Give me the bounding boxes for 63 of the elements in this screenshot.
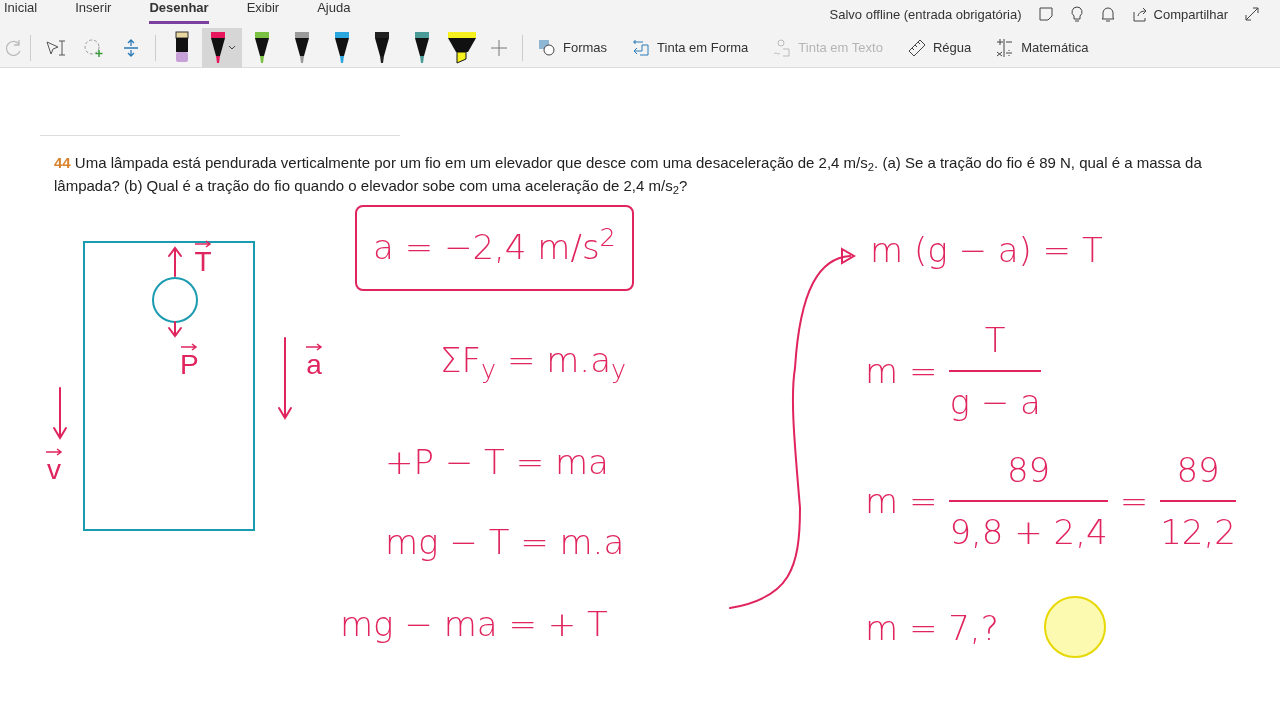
handwritten-equation: mg − ma = + T (340, 603, 608, 646)
numerator: 89 (1006, 449, 1051, 492)
highlighter-icon (447, 31, 477, 65)
handwritten-equation: m (g − a) = T (870, 229, 1103, 272)
pen-icon (412, 31, 432, 65)
pen-icon (372, 31, 392, 65)
tool-button[interactable]: Matemática (987, 34, 1097, 62)
ruler-icon (906, 38, 927, 58)
ribbon-tab[interactable]: Ajuda (317, 0, 351, 24)
ink-text-icon (772, 38, 793, 58)
share-button[interactable]: Compartilhar (1131, 4, 1228, 24)
cursor-highlight (1044, 596, 1106, 658)
lasso-text-icon[interactable] (45, 38, 67, 58)
vector-label: v (47, 456, 61, 484)
equation-text: a = −2,4 m/s$^{2}$ (373, 225, 616, 269)
tool-button[interactable]: Formas (529, 34, 616, 62)
ribbon-tab[interactable]: Exibir (246, 0, 280, 24)
pen-icon (208, 31, 228, 65)
expand-icon[interactable] (1244, 6, 1260, 23)
tool-button[interactable]: Tinta em Forma (623, 34, 757, 62)
handwritten-equation: = (1119, 479, 1149, 523)
ink-shape-icon (631, 38, 652, 58)
handwritten-equation: m = (865, 479, 938, 523)
pen-button[interactable] (202, 28, 242, 68)
shapes-icon (537, 38, 557, 58)
denominator: 12,2 (1160, 499, 1236, 556)
pen-icon (292, 31, 312, 65)
ribbon-tab[interactable]: Desenhar (149, 0, 209, 24)
tension-arrow (168, 246, 182, 277)
pen-icon (252, 31, 272, 65)
lightbulb-icon[interactable] (1069, 5, 1084, 23)
pen-icon (332, 31, 352, 65)
question-text: 44 Uma lâmpada está pendurada verticalmente por um fio em um elevador que desce com uma desaceleração de 2,4 m/s$_{2}$. (a) Se a tração do fio é 89 N, qual é a massa da lâmpada? (b) Qual é a tração do fio quando o elevador sobe com uma aceleração de 2,4 m/s$_{2}$? (54, 153, 1203, 197)
vector-arrow-icon (180, 343, 199, 351)
handwritten-equation: mg − T = m.a (385, 521, 625, 564)
vector-arrow-icon (305, 343, 323, 351)
eraser-icon (172, 31, 192, 65)
denominator: 9,8 + 2,4 (949, 499, 1108, 556)
vector-label: a (306, 351, 322, 379)
share-icon (1131, 6, 1148, 22)
handwritten-equation: ΣF$_{y}$ = m.a$_{y}$ (440, 339, 627, 384)
insert-space-icon[interactable] (121, 38, 141, 58)
ribbon-tab[interactable]: Inicial (4, 0, 38, 24)
ribbon-tab[interactable]: Inserir (75, 0, 112, 24)
weight-arrow (168, 321, 182, 338)
tool-button[interactable]: Régua (898, 34, 980, 62)
note-icon[interactable] (1037, 6, 1054, 23)
handwritten-equation: +P − T = ma (385, 441, 609, 484)
velocity-arrow (53, 387, 67, 440)
denominator: g − a (949, 369, 1041, 426)
bell-icon[interactable] (1099, 5, 1116, 23)
vector-label: P (180, 351, 199, 379)
handwritten-equation: m = (865, 349, 938, 393)
vector-arrow-icon (45, 448, 63, 456)
numerator: T (984, 319, 1006, 362)
numerator: 89 (1176, 449, 1220, 492)
lasso-add-icon[interactable] (83, 38, 105, 58)
vector-label: T (194, 248, 212, 276)
vector-arrow-icon (194, 240, 212, 248)
save-status: Salvo offline (entrada obrigatória) (829, 5, 1022, 24)
caret-icon (228, 45, 236, 51)
handwritten-equation: m = 7,? (865, 607, 999, 650)
lamp-drawing (152, 277, 198, 323)
